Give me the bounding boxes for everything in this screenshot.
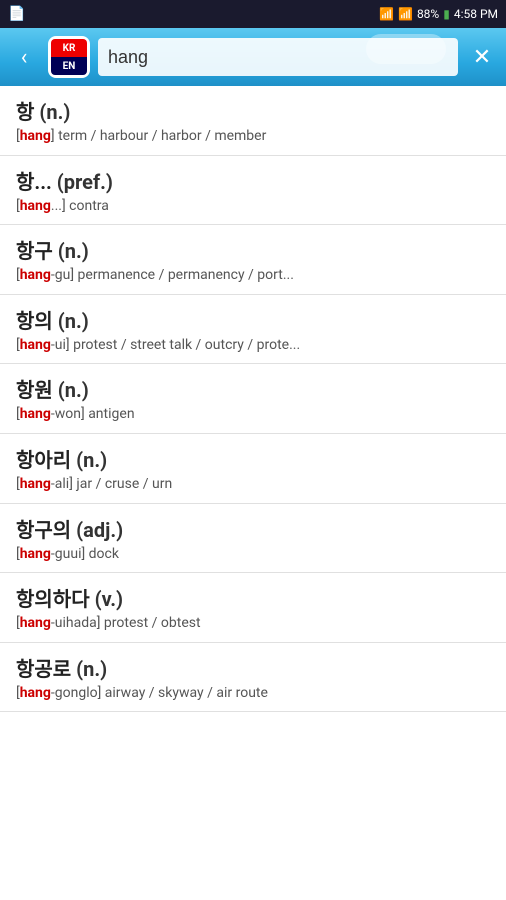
search-box[interactable] [98,38,458,76]
status-right: 📶 📶 88% ▮ 4:58 PM [379,7,498,21]
signal-icon: 📶 [398,7,413,21]
app-icon: KR EN [48,36,90,78]
entry-header: 항의하다 (v.) [16,583,490,612]
search-input[interactable] [108,47,448,68]
list-item[interactable]: 항의 (n.) [hang-ui] protest / street talk … [0,295,506,365]
pos-label: (v.) [95,587,124,611]
pos-label: (adj.) [76,518,123,542]
entry-header: 항구 (n.) [16,235,490,264]
entry-header: 항구의 (adj.) [16,514,490,543]
pos-label: (n.) [39,100,70,124]
pos-label: (n.) [58,309,89,333]
close-button[interactable]: ✕ [466,45,498,70]
battery-text: 88% [417,7,439,21]
entry-header: 항의 (n.) [16,305,490,334]
list-item[interactable]: 항의하다 (v.) [hang-uihada] protest / obtest [0,573,506,643]
entry-header: 항... (pref.) [16,166,490,195]
pos-label: (pref.) [57,170,113,194]
header: ‹ KR EN ✕ [0,28,506,86]
sim-icon: 📄 [8,6,25,22]
entry-header: 항원 (n.) [16,374,490,403]
status-left: 📄 [8,6,25,22]
entry-definition: [hang-ali] jar / cruse / urn [16,475,490,495]
list-item[interactable]: 항공로 (n.) [hang-gonglo] airway / skyway /… [0,643,506,713]
flag-bottom: EN [51,57,87,75]
entry-definition: [hang-won] antigen [16,405,490,425]
list-item[interactable]: 항... (pref.) [hang...] contra [0,156,506,226]
list-item[interactable]: 항구 (n.) [hang-gu] permanence / permanenc… [0,225,506,295]
list-item[interactable]: 항구의 (adj.) [hang-guui] dock [0,504,506,574]
entry-definition: [hang-ui] protest / street talk / outcry… [16,336,490,356]
entry-definition: [hang-gonglo] airway / skyway / air rout… [16,684,490,704]
wifi-icon: 📶 [379,7,394,21]
dictionary-list: 항 (n.) [hang] term / harbour / harbor / … [0,86,506,900]
status-bar: 📄 📶 📶 88% ▮ 4:58 PM [0,0,506,28]
time: 4:58 PM [454,7,498,21]
entry-header: 항 (n.) [16,96,490,125]
entry-definition: [hang] term / harbour / harbor / member [16,127,490,147]
entry-definition: [hang-uihada] protest / obtest [16,614,490,634]
pos-label: (n.) [58,378,89,402]
battery-icon: ▮ [443,7,450,21]
pos-label: (n.) [76,657,107,681]
flag-top: KR [51,39,87,57]
list-item[interactable]: 항원 (n.) [hang-won] antigen [0,364,506,434]
list-item[interactable]: 항아리 (n.) [hang-ali] jar / cruse / urn [0,434,506,504]
entry-header: 항아리 (n.) [16,444,490,473]
entry-definition: [hang...] contra [16,197,490,217]
pos-label: (n.) [58,239,89,263]
entry-header: 항공로 (n.) [16,653,490,682]
flag-icon: KR EN [51,39,87,75]
list-item[interactable]: 항 (n.) [hang] term / harbour / harbor / … [0,86,506,156]
back-button[interactable]: ‹ [8,45,40,70]
pos-label: (n.) [76,448,107,472]
entry-definition: [hang-guui] dock [16,545,490,565]
entry-definition: [hang-gu] permanence / permanency / port… [16,266,490,286]
